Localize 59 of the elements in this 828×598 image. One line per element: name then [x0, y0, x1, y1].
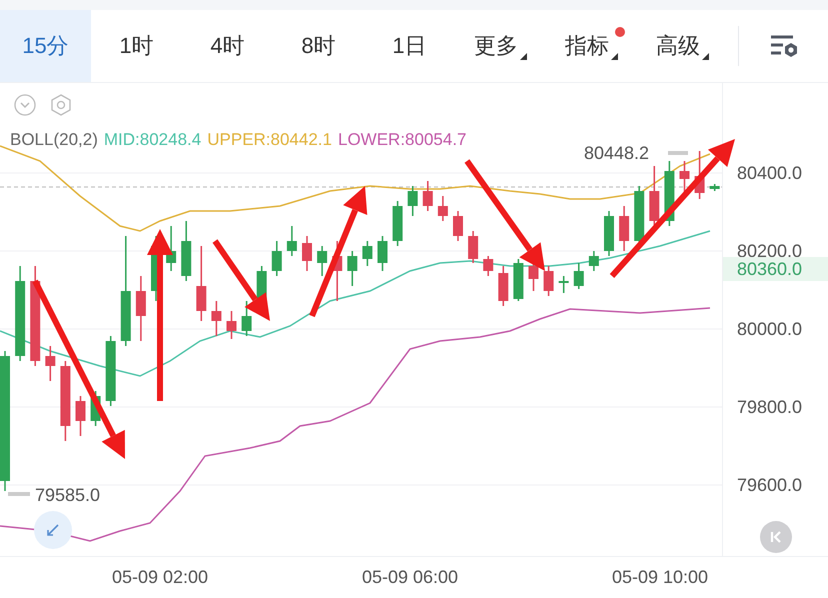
candlestick [588, 251, 599, 271]
candlestick [181, 221, 192, 281]
settings-icon[interactable] [50, 94, 72, 116]
low-price-label: 79585.0 [35, 485, 100, 505]
candlestick [211, 301, 222, 336]
price-axis-label: 80400.0 [737, 162, 802, 184]
candlestick [45, 346, 56, 381]
time-axis-label: 05-09 10:00 [612, 567, 708, 588]
candlestick [649, 166, 660, 226]
high-marker [668, 151, 688, 155]
current-price-tag: 80360.0 [723, 257, 828, 281]
jump-to-latest-button[interactable] [760, 521, 792, 553]
candlestick [694, 151, 705, 199]
candlestick [544, 266, 554, 296]
candlestick [498, 266, 508, 306]
candlestick [226, 311, 236, 339]
candlestick [574, 263, 584, 289]
price-axis-label: 80000.0 [737, 318, 802, 340]
zoom-out-button[interactable] [34, 511, 72, 549]
candlestick [438, 196, 448, 221]
candlestick [710, 184, 720, 191]
candlestick [76, 396, 86, 436]
shrink-icon [45, 522, 61, 538]
candlestick [453, 211, 463, 241]
time-axis-label: 05-09 06:00 [362, 567, 458, 588]
candlestick [392, 201, 403, 246]
candlestick [422, 181, 433, 211]
candlestick [302, 236, 312, 271]
price-axis-label: 79800.0 [737, 396, 802, 418]
candlestick [362, 241, 372, 266]
candlestick [286, 226, 297, 256]
interval-tab[interactable]: 15分 [0, 10, 91, 82]
caret-icon [702, 53, 709, 60]
candlestick [136, 276, 146, 341]
candlestick [604, 211, 614, 256]
caret-icon [520, 53, 527, 60]
candlestick [619, 206, 630, 251]
candlestick [408, 186, 418, 216]
candlestick [242, 301, 252, 336]
chart-settings-icon[interactable] [768, 33, 798, 59]
candlestick [90, 391, 101, 426]
candlestick [558, 276, 569, 293]
caret-icon [611, 53, 618, 60]
candlestick [468, 231, 478, 263]
candlestick [347, 251, 358, 286]
candlestick [664, 161, 674, 226]
candlestick [317, 246, 328, 276]
candlestick [272, 241, 282, 276]
candlestick [513, 259, 524, 301]
candlestick [483, 256, 494, 276]
indicator-name: BOLL(20,2) [10, 130, 98, 149]
high-price-label: 80448.2 [584, 143, 650, 163]
candlestick [378, 236, 388, 271]
skip-back-icon [769, 530, 783, 544]
time-axis-label: 05-09 02:00 [112, 567, 208, 588]
low-marker [8, 492, 30, 496]
candlestick [106, 336, 116, 406]
collapse-icon[interactable] [14, 94, 36, 116]
price-axis-label: 79600.0 [737, 474, 802, 496]
